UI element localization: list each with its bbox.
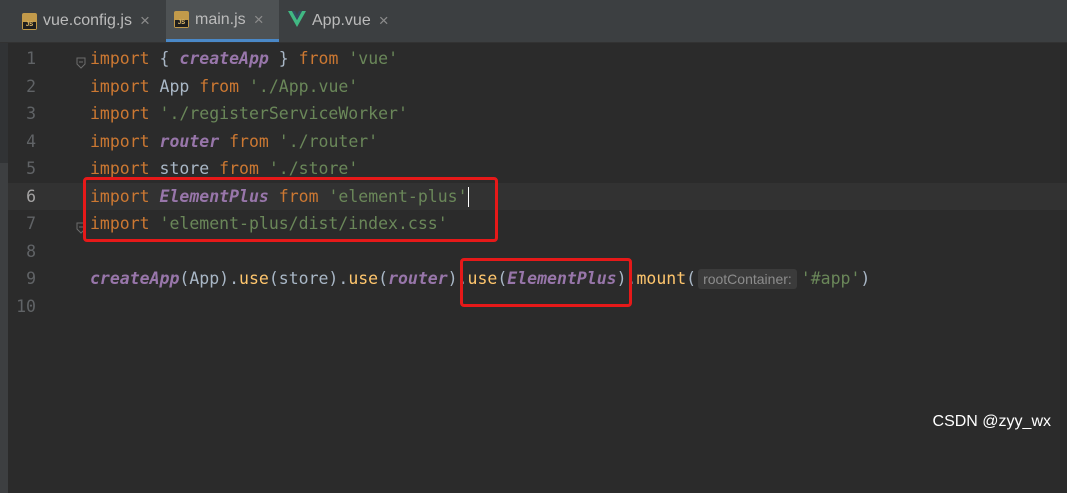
code-token: import: [90, 159, 150, 178]
code-token: (: [378, 269, 389, 288]
line-number: 7: [26, 214, 36, 233]
code-token: use: [348, 269, 379, 288]
code-token: import: [90, 104, 150, 123]
code-token: from: [219, 159, 259, 178]
tab-vue-config-js[interactable]: JS vue.config.js ×: [14, 0, 162, 42]
code-token: './App.vue': [248, 76, 359, 96]
line-number: 6: [26, 186, 36, 206]
code-token: './router': [278, 131, 379, 151]
code-text: import './registerServiceWorker': [90, 100, 408, 127]
code-token: }: [268, 49, 299, 68]
scrollbar-track[interactable]: [0, 43, 8, 493]
close-icon[interactable]: ×: [379, 11, 389, 31]
code-token: import: [90, 49, 150, 68]
code-token: './registerServiceWorker': [159, 104, 408, 123]
line-number: 3: [26, 104, 36, 123]
vue-file-icon: [288, 10, 306, 32]
line-number: 8: [26, 241, 36, 261]
line-number: 4: [26, 131, 36, 151]
parameter-hint: rootContainer:: [698, 269, 797, 289]
code-token: import: [90, 76, 150, 96]
code-line[interactable]: 1 import { createApp } from 'vue': [0, 45, 1067, 72]
tab-app-vue[interactable]: App.vue ×: [284, 0, 404, 42]
line-number: 1: [26, 49, 36, 68]
tab-label: main.js: [195, 10, 246, 28]
tab-label: App.vue: [312, 12, 371, 29]
tab-label: vue.config.js: [43, 12, 132, 29]
code-token: use: [239, 269, 269, 288]
highlight-box-use-elementplus: [460, 258, 632, 307]
code-token: from: [199, 76, 240, 96]
code-line[interactable]: 4 import router from './router': [0, 128, 1067, 155]
js-file-icon: JS: [22, 12, 37, 30]
code-token: '#app': [800, 269, 861, 288]
code-text: import { createApp } from 'vue': [90, 45, 398, 72]
code-token: store: [149, 159, 220, 178]
code-line[interactable]: 2 import App from './App.vue': [0, 73, 1067, 100]
close-icon[interactable]: ×: [254, 10, 264, 30]
scrollbar-thumb[interactable]: [0, 163, 8, 493]
code-token: App: [149, 76, 200, 96]
code-text: import router from './router': [90, 128, 378, 155]
watermark: CSDN @zyy_wx: [932, 413, 1051, 430]
code-token: from: [298, 49, 339, 68]
code-token: (store).: [268, 269, 349, 288]
js-file-icon: JS: [174, 11, 189, 28]
close-icon[interactable]: ×: [140, 11, 150, 31]
line-number: 5: [26, 159, 36, 178]
code-token: import: [90, 131, 150, 151]
code-token: (App).: [179, 269, 240, 288]
code-token: from: [229, 131, 269, 151]
code-token: {: [149, 49, 180, 68]
code-line[interactable]: 3 import './registerServiceWorker': [0, 100, 1067, 127]
code-token: mount: [636, 269, 687, 288]
line-number: 2: [26, 76, 36, 96]
code-token: ): [860, 269, 871, 288]
code-token: router: [388, 269, 448, 288]
code-token: './store': [268, 159, 359, 178]
code-text: import App from './App.vue': [90, 73, 358, 100]
code-token: router: [159, 131, 220, 151]
editor-tab-bar: JS vue.config.js × JS main.js × App.vue …: [0, 0, 1067, 43]
code-token: 'vue': [348, 49, 398, 68]
code-editor[interactable]: 1 import { createApp } from 'vue' 2 import …: [0, 43, 1067, 441]
code-token: (: [686, 269, 697, 288]
code-token: createApp: [90, 269, 180, 288]
line-number: 9: [26, 269, 36, 288]
line-number: 10: [16, 296, 36, 316]
highlight-box-imports: [83, 177, 498, 242]
code-token: createApp: [179, 49, 269, 68]
tab-main-js[interactable]: JS main.js ×: [166, 0, 279, 42]
